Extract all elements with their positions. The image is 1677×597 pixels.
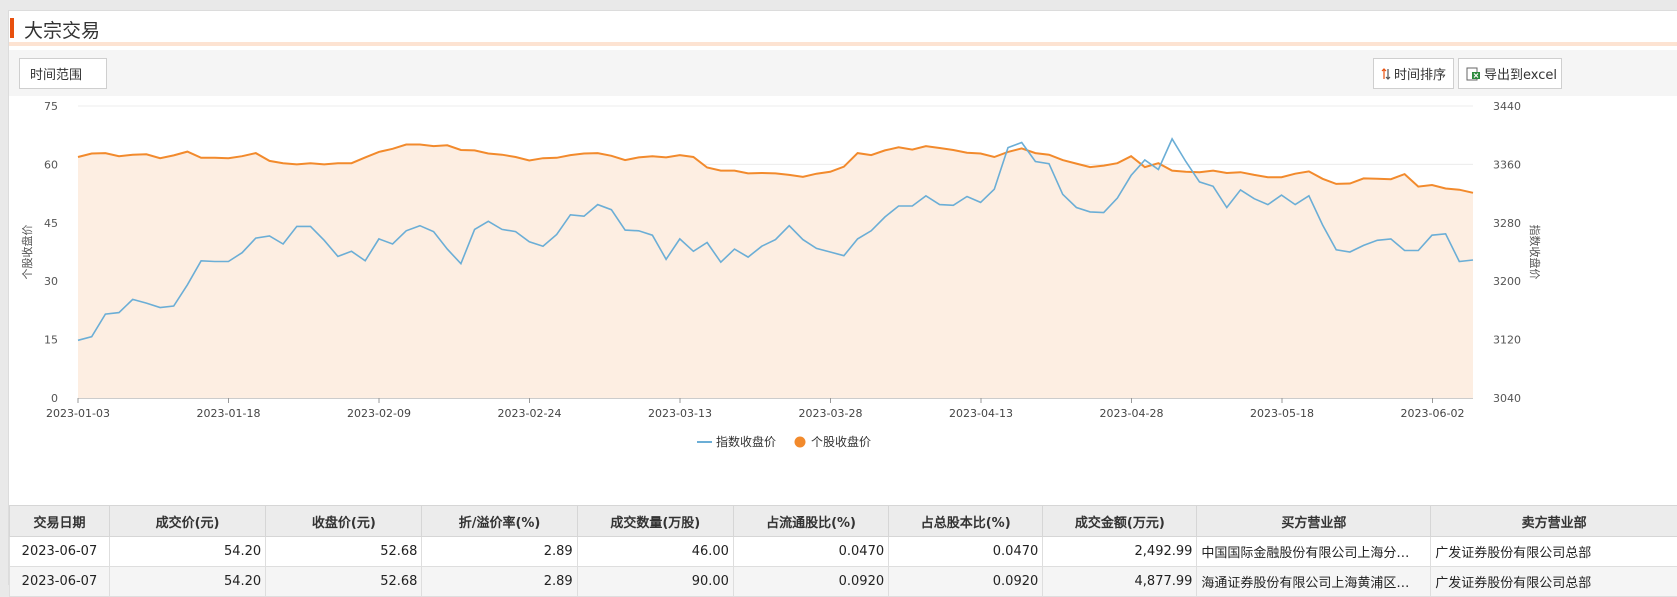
left-tick-label: 60	[44, 158, 58, 171]
table-cell: 中国国际金融股份有限公司上海分…	[1197, 537, 1431, 567]
column-header: 收盘价(元)	[266, 506, 422, 537]
left-tick-label: 45	[44, 217, 58, 230]
page-title: 大宗交易	[24, 16, 100, 43]
x-tick-label: 2023-05-18	[1250, 407, 1314, 420]
right-tick-label: 3040	[1493, 392, 1521, 405]
column-header: 交易日期	[10, 506, 110, 537]
stock-price-area	[78, 145, 1473, 399]
x-tick-label: 2023-01-18	[197, 407, 261, 420]
x-tick-label: 2023-04-28	[1100, 407, 1164, 420]
right-tick-label: 3280	[1493, 217, 1521, 230]
x-tick-label: 2023-03-13	[648, 407, 712, 420]
table-cell: 52.68	[266, 567, 422, 597]
table-cell: 2023-06-07	[10, 537, 110, 567]
table-cell: 海通证券股份有限公司上海黄浦区…	[1197, 567, 1431, 597]
table-cell: 4,877.99	[1043, 567, 1197, 597]
table-cell: 2,492.99	[1043, 537, 1197, 567]
column-header: 占流通股比(%)	[733, 506, 888, 537]
table-row: 2023-06-0754.2052.682.8990.000.09200.092…	[10, 567, 1677, 597]
block-trade-table: 交易日期成交价(元)收盘价(元)折/溢价率(%)成交数量(万股)占流通股比(%)…	[9, 505, 1677, 597]
sort-arrows-icon	[1381, 68, 1391, 80]
table-cell: 90.00	[577, 567, 733, 597]
column-header: 占总股本比(%)	[889, 506, 1043, 537]
panel-header: 大宗交易	[9, 11, 1677, 46]
x-tick-label: 2023-04-13	[949, 407, 1013, 420]
table-cell: 广发证券股份有限公司总部	[1431, 537, 1677, 567]
table-row: 2023-06-0754.2052.682.8946.000.04700.047…	[10, 537, 1677, 567]
table-cell: 0.0920	[889, 567, 1043, 597]
table-cell: 0.0470	[733, 537, 888, 567]
price-chart: 0 15 30 45 60 75 3040 3120 3200 3280 3360 3440 个股收盘价…	[9, 96, 1677, 469]
legend-stock-label: 个股收盘价	[811, 434, 871, 449]
table-cell: 2.89	[422, 537, 577, 567]
legend-stock-marker	[795, 437, 806, 448]
table-cell: 54.20	[109, 567, 265, 597]
left-tick-label: 0	[51, 392, 58, 405]
left-axis-title: 个股收盘价	[20, 225, 34, 280]
table-cell: 2.89	[422, 567, 577, 597]
time-range-label: 时间范围	[30, 64, 82, 83]
toolbar: 时间范围 时间排序 导出到excel	[9, 50, 1677, 96]
table-cell: 2023-06-07	[10, 567, 110, 597]
right-tick-label: 3360	[1493, 158, 1521, 171]
table-cell: 广发证券股份有限公司总部	[1431, 567, 1677, 597]
export-excel-button[interactable]: 导出到excel	[1458, 58, 1562, 89]
title-accent-bar	[10, 18, 14, 38]
left-tick-label: 15	[44, 334, 58, 347]
legend-index-label: 指数收盘价	[716, 434, 776, 449]
right-tick-label: 3200	[1493, 275, 1521, 288]
x-tick-label: 2023-02-09	[347, 407, 411, 420]
export-excel-label: 导出到excel	[1484, 64, 1557, 83]
right-tick-label: 3440	[1493, 100, 1521, 113]
table-cell: 54.20	[109, 537, 265, 567]
column-header: 成交价(元)	[109, 506, 265, 537]
time-range-button[interactable]: 时间范围	[19, 58, 107, 89]
table-cell: 0.0920	[733, 567, 888, 597]
table-body: 2023-06-0754.2052.682.8946.000.04700.047…	[10, 537, 1677, 597]
block-trade-panel: 大宗交易 时间范围 时间排序 导出到excel 0 15 30 45 60 75 3040 3…	[8, 10, 1677, 585]
column-header: 卖方营业部	[1431, 506, 1677, 537]
x-tick-label: 2023-01-03	[46, 407, 110, 420]
left-tick-label: 30	[44, 275, 58, 288]
right-tick-label: 3120	[1493, 334, 1521, 347]
column-header: 折/溢价率(%)	[422, 506, 577, 537]
table-header-row: 交易日期成交价(元)收盘价(元)折/溢价率(%)成交数量(万股)占流通股比(%)…	[10, 506, 1677, 537]
x-tick-label: 2023-06-02	[1401, 407, 1465, 420]
column-header: 买方营业部	[1197, 506, 1431, 537]
x-tick-label: 2023-03-28	[799, 407, 863, 420]
right-axis-title: 指数收盘价	[1528, 225, 1542, 280]
time-sort-label: 时间排序	[1394, 64, 1446, 83]
column-header: 成交金额(万元)	[1043, 506, 1197, 537]
table-cell: 52.68	[266, 537, 422, 567]
table-cell: 46.00	[577, 537, 733, 567]
left-tick-label: 75	[44, 100, 58, 113]
excel-export-icon	[1466, 67, 1481, 81]
table-cell: 0.0470	[889, 537, 1043, 567]
time-sort-button[interactable]: 时间排序	[1373, 58, 1454, 89]
column-header: 成交数量(万股)	[577, 506, 733, 537]
x-tick-label: 2023-02-24	[498, 407, 562, 420]
chart-svg: 0 15 30 45 60 75 3040 3120 3200 3280 3360 3440 个股收盘价…	[9, 96, 1677, 469]
